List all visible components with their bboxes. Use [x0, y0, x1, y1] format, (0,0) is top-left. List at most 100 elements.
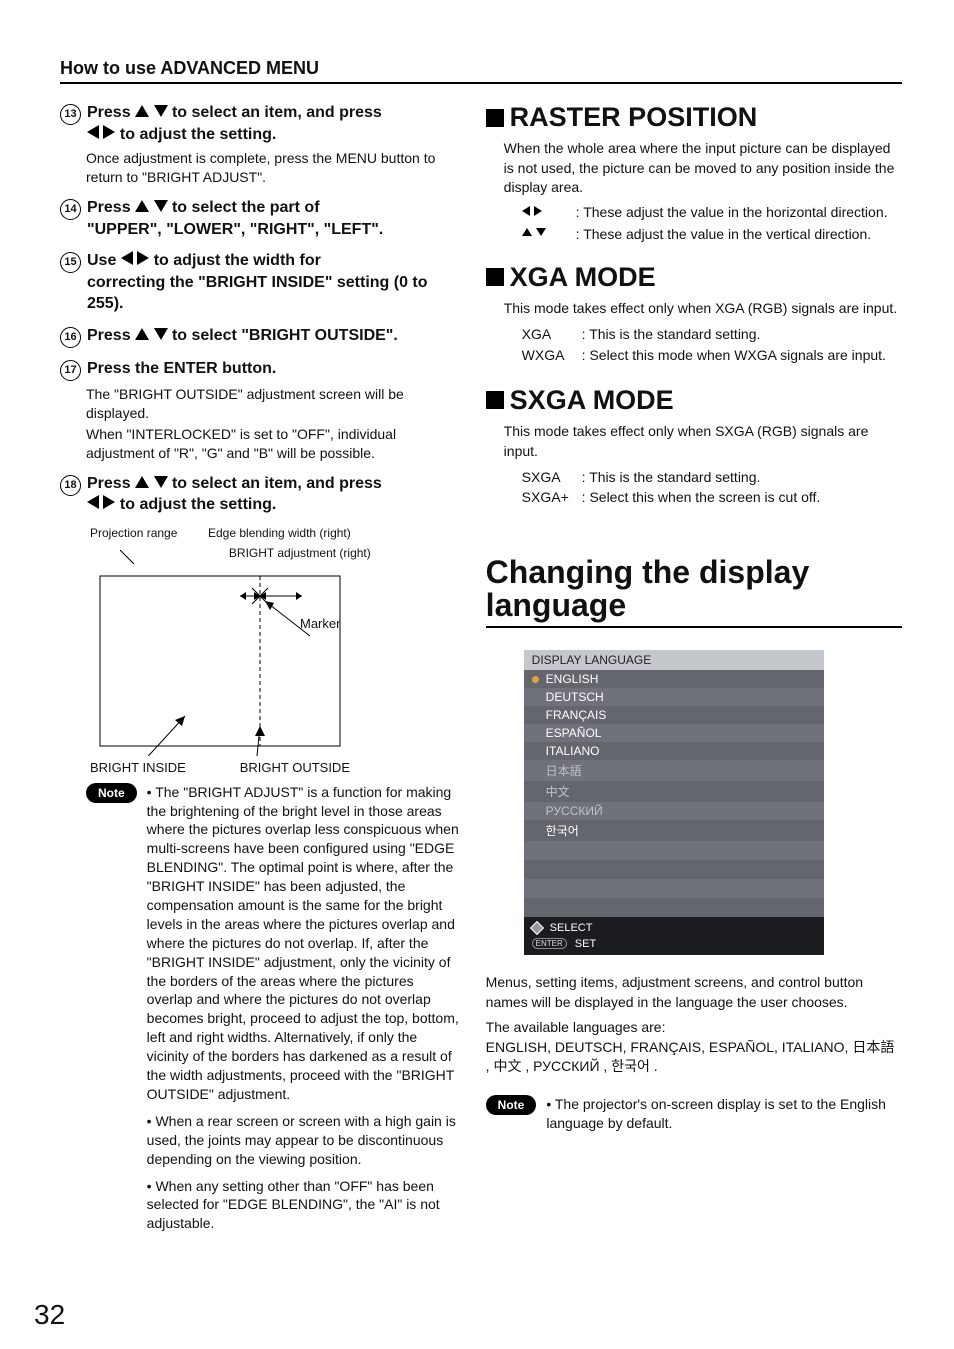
step-14: 14 Press to select the part of "UPPER", …	[60, 197, 460, 240]
arrow-up-icon	[522, 228, 532, 236]
diagram-proj-range-label: Projection range	[90, 526, 177, 540]
diamond-icon	[530, 921, 544, 935]
xga-k1: XGA	[522, 324, 582, 344]
sxga-v2: : Select this when the screen is cut off…	[582, 487, 821, 507]
menu-item-empty	[524, 898, 824, 917]
arrow-right-icon	[137, 251, 149, 265]
arrow-right-icon	[103, 125, 115, 139]
sxga-para: This mode takes effect only when SXGA (R…	[504, 422, 902, 461]
menu-foot-select: SELECT	[550, 922, 593, 934]
lang-note: • The projector's on-screen display is s…	[546, 1095, 902, 1133]
raster-vertical: : These adjust the value in the vertical…	[576, 226, 871, 242]
step18-b: to select an item, and press	[172, 475, 382, 492]
raster-position-section: RASTER POSITION When the whole area wher…	[486, 102, 902, 242]
menu-foot-set: SET	[575, 938, 596, 950]
arrow-down-icon	[154, 476, 168, 488]
step15-c: correcting the "BRIGHT INSIDE" setting (…	[87, 274, 428, 313]
lang-para1: Menus, setting items, adjustment screens…	[486, 973, 902, 1012]
raster-para: When the whole area where the input pict…	[504, 139, 902, 198]
xga-mode-section: XGA MODE This mode takes effect only whe…	[486, 262, 902, 365]
menu-item-chinese[interactable]: 中文	[524, 781, 824, 802]
menu-item-espanol[interactable]: ESPAÑOL	[524, 724, 824, 742]
display-language-heading: Changing the display language	[486, 556, 902, 628]
arrow-up-icon	[135, 200, 149, 212]
xga-v2: : Select this mode when WXGA signals are…	[582, 345, 886, 365]
arrow-right-icon	[534, 206, 542, 216]
menu-item-english[interactable]: ENGLISH	[524, 670, 824, 688]
diagram-edge-width-label: Edge blending width (right)	[208, 526, 351, 540]
arrow-down-icon	[154, 328, 168, 340]
sxga-k1: SXGA	[522, 467, 582, 487]
menu-item-francais[interactable]: FRANÇAIS	[524, 706, 824, 724]
arrow-up-icon	[135, 328, 149, 340]
arrow-down-icon	[154, 105, 168, 117]
menu-header: DISPLAY LANGUAGE	[524, 650, 824, 670]
raster-horizontal: : These adjust the value in the horizont…	[576, 204, 888, 220]
sxga-mode-section: SXGA MODE This mode takes effect only wh…	[486, 385, 902, 508]
step-number-15: 15	[60, 252, 81, 273]
sxga-title: SXGA MODE	[510, 385, 674, 416]
step-number-16: 16	[60, 327, 81, 348]
square-bullet-icon	[486, 391, 504, 409]
step-18: 18 Press to select an item, and press to…	[60, 473, 460, 516]
lang-para3: ENGLISH, DEUTSCH, FRANÇAIS, ESPAÑOL, ITA…	[486, 1038, 902, 1077]
menu-item-italiano[interactable]: ITALIANO	[524, 742, 824, 760]
enter-icon: ENTER	[532, 938, 567, 949]
step17-a: Press the ENTER button.	[87, 358, 276, 380]
step15-b: to adjust the width for	[154, 252, 321, 269]
step13-a: Press	[87, 104, 131, 121]
step15-a: Use	[87, 252, 116, 269]
arrow-right-icon	[103, 495, 115, 509]
menu-item-empty	[524, 841, 824, 860]
square-bullet-icon	[486, 109, 504, 127]
step13-b: to select an item, and press	[172, 104, 382, 121]
menu-item-korean[interactable]: 한국어	[524, 820, 824, 841]
menu-item-russian[interactable]: РУССКИЙ	[524, 802, 824, 820]
step-number-17: 17	[60, 360, 81, 381]
arrow-left-icon	[87, 495, 99, 509]
step17-body2: When "INTERLOCKED" is set to "OFF", indi…	[86, 425, 460, 463]
step-16: 16 Press to select "BRIGHT OUTSIDE".	[60, 325, 460, 348]
diagram-inside-label: BRIGHT INSIDE	[90, 760, 186, 775]
menu-item-deutsch[interactable]: DEUTSCH	[524, 688, 824, 706]
xga-v1: : This is the standard setting.	[582, 324, 761, 344]
step18-c: to adjust the setting.	[120, 496, 276, 513]
step16-a: Press	[87, 327, 131, 344]
arrow-up-icon	[135, 476, 149, 488]
diagram-marker-label: Marker	[300, 616, 340, 631]
step13-c: to adjust the setting.	[120, 126, 276, 143]
note1: • The "BRIGHT ADJUST" is a function for …	[147, 783, 460, 1104]
step14-c: "UPPER", "LOWER", "RIGHT", "LEFT".	[87, 221, 383, 238]
step-15: 15 Use to adjust the width for correctin…	[60, 250, 460, 315]
note3: • When any setting other than "OFF" has …	[147, 1177, 460, 1234]
raster-title: RASTER POSITION	[510, 102, 758, 133]
arrow-left-icon	[87, 125, 99, 139]
step18-a: Press	[87, 475, 131, 492]
note-block-right: Note • The projector's on-screen display…	[486, 1095, 902, 1133]
note-block-left: Note • The "BRIGHT ADJUST" is a function…	[86, 783, 460, 1233]
arrow-left-icon	[121, 251, 133, 265]
menu-item-empty	[524, 860, 824, 879]
xga-title: XGA MODE	[510, 262, 656, 293]
menu-item-japanese[interactable]: 日本語	[524, 760, 824, 781]
sxga-v1: : This is the standard setting.	[582, 467, 761, 487]
page-number: 32	[34, 1299, 65, 1331]
edge-blending-diagram: Projection range Edge blending width (ri…	[90, 526, 460, 775]
arrow-up-icon	[135, 105, 149, 117]
step-number-18: 18	[60, 475, 81, 496]
step17-body1: The "BRIGHT OUTSIDE" adjustment screen w…	[86, 385, 460, 423]
diagram-bright-adj-label: BRIGHT adjustment (right)	[229, 546, 371, 560]
note-badge: Note	[486, 1095, 537, 1115]
note-badge: Note	[86, 783, 137, 803]
note2: • When a rear screen or screen with a hi…	[147, 1112, 460, 1169]
display-language-menu: DISPLAY LANGUAGE ENGLISH DEUTSCH FRANÇAI…	[524, 650, 824, 955]
diagram-svg	[90, 566, 370, 756]
lang-para2: The available languages are:	[486, 1018, 902, 1038]
step-13: 13 Press to select an item, and press to…	[60, 102, 460, 187]
step16-b: to select "BRIGHT OUTSIDE".	[172, 327, 398, 344]
step14-a: Press	[87, 199, 131, 216]
square-bullet-icon	[486, 268, 504, 286]
arrow-down-icon	[154, 200, 168, 212]
diagram-outside-label: BRIGHT OUTSIDE	[240, 760, 350, 775]
sxga-k2: SXGA+	[522, 487, 582, 507]
